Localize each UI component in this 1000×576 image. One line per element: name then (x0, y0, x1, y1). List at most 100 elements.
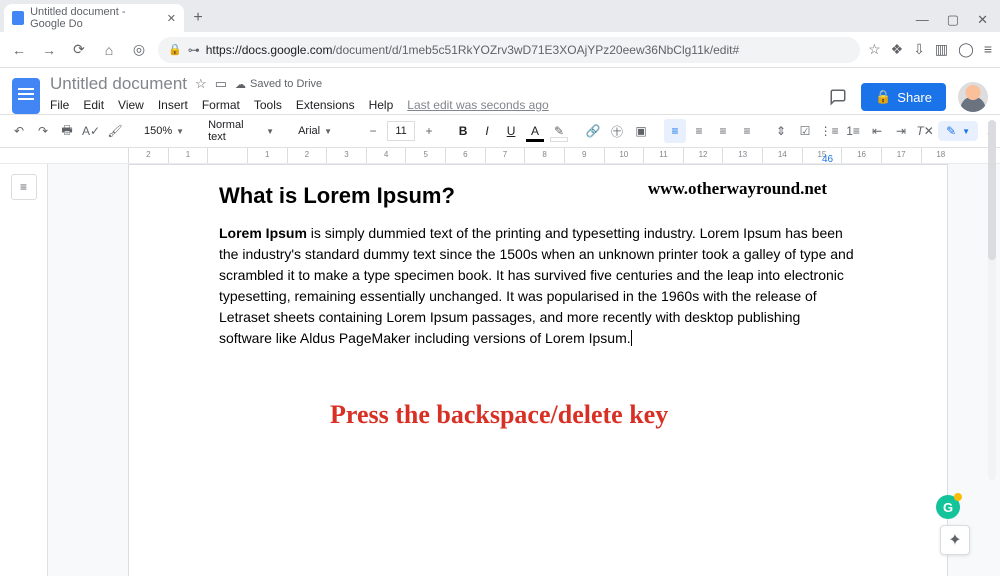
library-icon[interactable]: ▥ (935, 41, 948, 58)
document-title[interactable]: Untitled document (50, 74, 187, 94)
chevron-down-icon: ▼ (324, 127, 332, 136)
save-status-label: Saved to Drive (250, 78, 322, 90)
ruler-tick: 2 (287, 148, 327, 163)
decrease-indent-button[interactable]: ⇤ (866, 119, 888, 143)
lock-icon: 🔒 (875, 89, 891, 105)
insert-image-button[interactable]: ▣ (630, 119, 652, 143)
clear-format-button[interactable]: T✕ (914, 119, 936, 143)
italic-button[interactable]: I (476, 119, 498, 143)
chevron-down-icon: ▼ (962, 127, 970, 136)
move-icon[interactable]: ▭ (215, 76, 227, 92)
ruler-tick: 5 (405, 148, 445, 163)
share-button[interactable]: 🔒 Share (861, 83, 946, 111)
undo-button[interactable]: ↶ (8, 119, 30, 143)
zoom-select[interactable]: 150%▼ (138, 125, 190, 137)
browser-address-bar: ← → ⟳ ⌂ ◎ 🔒 ⊶ https://docs.google.com/do… (0, 32, 1000, 68)
menu-insert[interactable]: Insert (158, 98, 188, 112)
page-viewport[interactable]: What is Lorem Ipsum? Lorem Ipsum is simp… (48, 164, 1000, 576)
ruler-tick: 4 (366, 148, 406, 163)
close-window-button[interactable]: ✕ (977, 12, 988, 28)
menu-file[interactable]: File (50, 98, 69, 112)
docs-header: Untitled document ☆ ▭ ☁ Saved to Drive F… (0, 68, 1000, 114)
font-select[interactable]: Arial▼ (292, 125, 350, 137)
font-size-input[interactable]: 11 (386, 120, 416, 142)
new-tab-button[interactable]: + (184, 4, 212, 32)
align-center-button[interactable]: ≡ (688, 119, 710, 143)
style-select[interactable]: Normal text▼ (202, 119, 280, 143)
align-left-button[interactable]: ≡ (664, 119, 686, 143)
cloud-icon: ☁ (235, 78, 246, 91)
extension-icon[interactable]: ❖ (891, 41, 904, 58)
increase-font-button[interactable]: + (418, 119, 440, 143)
document-page[interactable]: What is Lorem Ipsum? Lorem Ipsum is simp… (128, 164, 948, 576)
outline-toggle-icon[interactable]: ≡ (11, 174, 37, 200)
insert-link-button[interactable]: 🔗 (582, 119, 604, 143)
line-spacing-button[interactable]: ⇕ (770, 119, 792, 143)
menu-extensions[interactable]: Extensions (296, 98, 355, 112)
print-button[interactable]: 🖶 (56, 119, 78, 143)
formatting-toolbar: ↶ ↷ 🖶 A✓ 🖌 150%▼ Normal text▼ Arial▼ − 1… (0, 114, 1000, 148)
text-color-button[interactable]: A (524, 119, 546, 143)
browser-tabbar: Untitled document - Google Do ✕ + — ▢ ✕ (0, 0, 1000, 32)
decrease-font-button[interactable]: − (362, 119, 384, 143)
ruler-tick (207, 148, 247, 163)
scrollbar-thumb[interactable] (988, 120, 996, 260)
body-text: is simply dummied text of the printing a… (219, 225, 854, 346)
url-field[interactable]: 🔒 ⊶ https://docs.google.com/document/d/1… (158, 37, 860, 63)
grammarly-icon[interactable]: G (936, 495, 960, 519)
account-icon[interactable]: ◯ (958, 41, 974, 58)
home-button[interactable]: ⌂ (98, 39, 120, 61)
reload-button[interactable]: ⟳ (68, 39, 90, 61)
comments-icon[interactable] (827, 86, 849, 108)
bulleted-list-button[interactable]: ⋮≡ (818, 119, 840, 143)
user-avatar[interactable] (958, 82, 988, 112)
align-right-button[interactable]: ≡ (712, 119, 734, 143)
highlight-button[interactable]: ✎ (548, 119, 570, 143)
maximize-button[interactable]: ▢ (947, 12, 959, 28)
site-settings-icon: ⊶ (188, 43, 200, 57)
align-justify-button[interactable]: ≡ (736, 119, 758, 143)
menu-help[interactable]: Help (369, 98, 394, 112)
checklist-button[interactable]: ☑ (794, 119, 816, 143)
bold-text: Lorem Ipsum (219, 225, 307, 241)
back-button[interactable]: ← (8, 39, 30, 61)
share-label: Share (897, 90, 932, 105)
redo-button[interactable]: ↷ (32, 119, 54, 143)
forward-button[interactable]: → (38, 39, 60, 61)
document-paragraph[interactable]: Lorem Ipsum is simply dummied text of th… (219, 223, 857, 349)
minimize-button[interactable]: — (916, 12, 929, 28)
document-canvas: ≡ What is Lorem Ipsum? Lorem Ipsum is si… (0, 164, 1000, 576)
left-side-panel: ≡ (0, 164, 48, 576)
last-edit-info[interactable]: Last edit was seconds ago (407, 98, 548, 112)
docs-logo-icon[interactable] (12, 78, 40, 114)
menu-view[interactable]: View (118, 98, 144, 112)
watermark-text: www.otherwayround.net (648, 179, 827, 199)
menu-format[interactable]: Format (202, 98, 240, 112)
menu-icon[interactable]: ≡ (984, 41, 992, 58)
explore-button[interactable]: ✦ (940, 525, 970, 555)
bookmark-icon[interactable]: ☆ (868, 41, 881, 58)
underline-button[interactable]: U (500, 119, 522, 143)
menu-tools[interactable]: Tools (254, 98, 282, 112)
chevron-down-icon: ▼ (266, 127, 274, 136)
toolbar-extensions: ☆ ❖ ⇩ ▥ ◯ ≡ (868, 41, 992, 58)
ruler-tick: 3 (326, 148, 366, 163)
save-status[interactable]: ☁ Saved to Drive (235, 78, 322, 91)
text-cursor (631, 330, 632, 346)
shield-icon[interactable]: ◎ (128, 39, 150, 61)
bold-button[interactable]: B (452, 119, 474, 143)
paint-format-button[interactable]: 🖌 (104, 119, 126, 143)
numbered-list-button[interactable]: 1≡ (842, 119, 864, 143)
ruler-tick: 11 (643, 148, 683, 163)
download-icon[interactable]: ⇩ (913, 41, 925, 58)
spellcheck-button[interactable]: A✓ (80, 119, 102, 143)
add-comment-button[interactable]: ㊉ (606, 119, 628, 143)
ruler-tick: 14 (762, 148, 802, 163)
browser-tab[interactable]: Untitled document - Google Do ✕ (4, 4, 184, 32)
close-tab-icon[interactable]: ✕ (167, 12, 176, 25)
menu-edit[interactable]: Edit (83, 98, 104, 112)
editing-mode-button[interactable]: ✎ ▼ (938, 121, 978, 141)
increase-indent-button[interactable]: ⇥ (890, 119, 912, 143)
star-icon[interactable]: ☆ (195, 76, 207, 92)
horizontal-ruler[interactable]: 21123456789101112131415161718 46 (0, 148, 1000, 164)
